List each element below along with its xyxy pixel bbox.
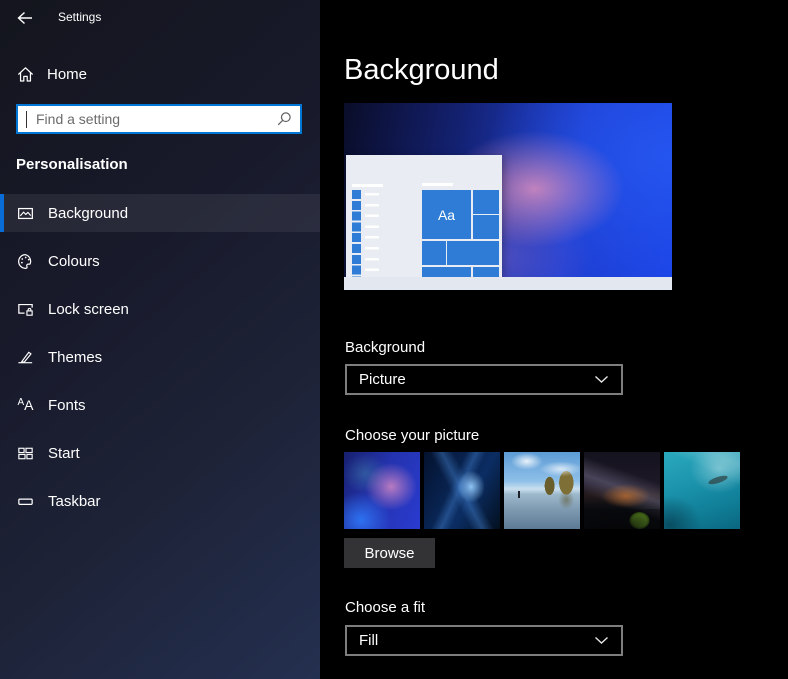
page-title: Background — [344, 54, 499, 87]
choose-fit-label: Choose a fit — [345, 599, 425, 616]
preview-tile — [473, 215, 499, 239]
search-input[interactable] — [27, 106, 272, 132]
sidebar: Settings Home Personalisation Background — [0, 0, 320, 679]
preview-sidebar-icons — [352, 190, 361, 277]
sidebar-item-lock-screen[interactable]: Lock screen — [0, 290, 320, 328]
sidebar-item-start[interactable]: Start — [0, 434, 320, 472]
back-button[interactable] — [12, 6, 38, 30]
back-arrow-icon — [16, 10, 34, 26]
preview-taskbar — [344, 277, 672, 290]
wallpaper-thumbnail-beach[interactable] — [504, 452, 580, 529]
background-field-label: Background — [345, 339, 425, 356]
sidebar-item-label: Lock screen — [48, 301, 129, 318]
start-icon — [16, 444, 35, 463]
browse-button[interactable]: Browse — [344, 538, 435, 568]
section-header-personalisation: Personalisation — [16, 156, 128, 173]
lock-screen-icon — [16, 300, 35, 319]
search-icon[interactable] — [272, 111, 296, 127]
sidebar-item-home[interactable]: Home — [0, 58, 320, 90]
search-box — [16, 104, 302, 134]
sidebar-item-taskbar[interactable]: Taskbar — [0, 482, 320, 520]
chevron-down-icon — [594, 375, 609, 384]
preview-tile — [473, 267, 499, 277]
preview-tiles-heading-line — [422, 183, 453, 186]
sidebar-item-label: Colours — [48, 253, 100, 270]
app-title: Settings — [58, 10, 101, 24]
sidebar-item-label: Home — [47, 66, 87, 83]
fit-value: Fill — [359, 632, 378, 649]
themes-icon — [16, 348, 35, 367]
image-icon — [16, 204, 35, 223]
preview-aa-tile: Aa — [422, 190, 471, 239]
picture-thumbnails — [344, 452, 740, 529]
background-type-dropdown[interactable]: Picture — [345, 364, 623, 395]
taskbar-icon — [16, 492, 35, 511]
preview-tile-group: Aa — [422, 190, 499, 277]
preview-sidebar-text-lines — [365, 193, 379, 277]
fit-dropdown[interactable]: Fill — [345, 625, 623, 656]
sidebar-item-label: Background — [48, 205, 128, 222]
wallpaper-thumbnail-underwater[interactable] — [664, 452, 740, 529]
wallpaper-thumbnail-abstract[interactable] — [344, 452, 420, 529]
preview-tile-grid — [422, 241, 446, 265]
sidebar-item-themes[interactable]: Themes — [0, 338, 320, 376]
preview-settings-window: Aa — [346, 155, 502, 277]
preview-tile — [473, 190, 499, 214]
choose-picture-label: Choose your picture — [345, 427, 479, 444]
main-panel: Background Aa Background — [320, 0, 788, 679]
wallpaper-thumbnail-night-sky[interactable] — [584, 452, 660, 529]
sidebar-item-colours[interactable]: Colours — [0, 242, 320, 280]
background-type-value: Picture — [359, 371, 406, 388]
wallpaper-thumbnail-windows-hero[interactable] — [424, 452, 500, 529]
sidebar-item-label: Taskbar — [48, 493, 101, 510]
sidebar-item-background[interactable]: Background — [0, 194, 320, 232]
sidebar-nav: Background Colours Lock screen Themes — [0, 194, 320, 530]
sidebar-item-label: Themes — [48, 349, 102, 366]
preview-tile — [422, 267, 471, 277]
sidebar-item-fonts[interactable]: AA Fonts — [0, 386, 320, 424]
settings-window: Settings Home Personalisation Background — [0, 0, 788, 679]
fonts-icon: AA — [16, 396, 35, 415]
preview-tile — [447, 241, 499, 265]
sidebar-item-label: Start — [48, 445, 80, 462]
palette-icon — [16, 252, 35, 271]
chevron-down-icon — [594, 636, 609, 645]
desktop-preview-image: Aa — [344, 103, 672, 290]
sidebar-item-label: Fonts — [48, 397, 86, 414]
preview-sidebar-heading-line — [352, 184, 383, 187]
home-icon — [16, 65, 35, 84]
